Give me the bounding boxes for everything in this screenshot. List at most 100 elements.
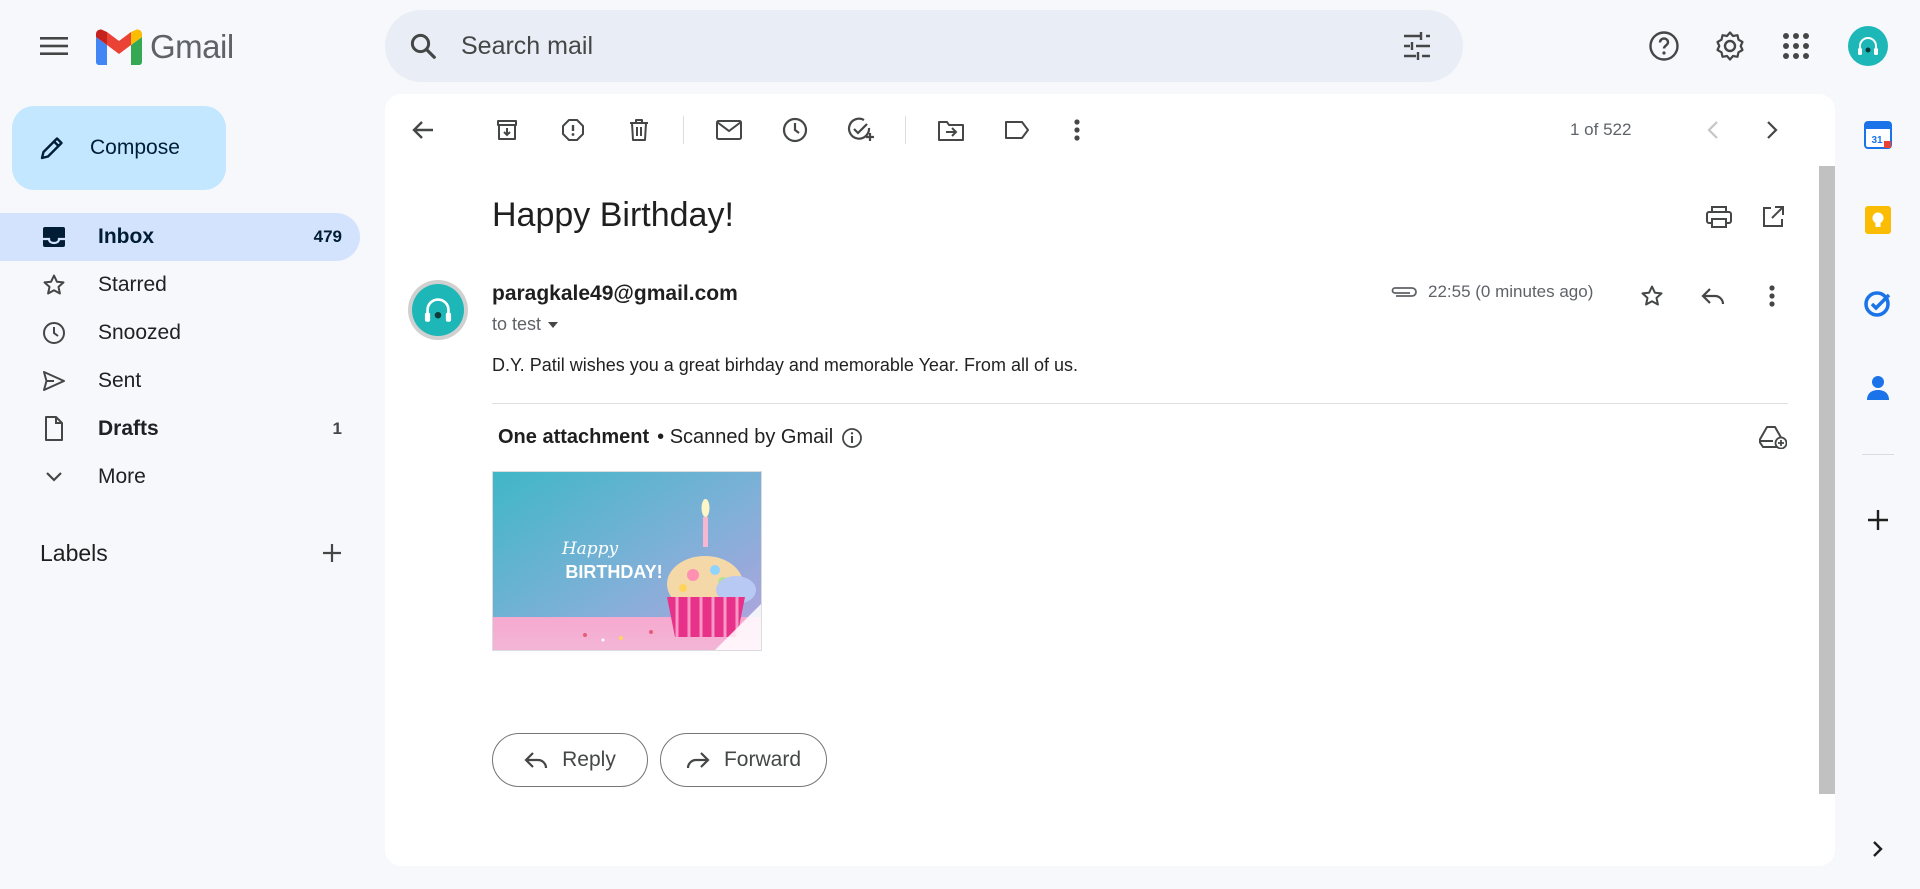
email-time: 22:55 (0 minutes ago) bbox=[1428, 282, 1594, 301]
create-label-button[interactable] bbox=[314, 535, 350, 571]
sidebar-item-label: Inbox bbox=[98, 225, 154, 248]
support-button[interactable] bbox=[1636, 22, 1692, 70]
move-to-button[interactable] bbox=[929, 110, 973, 150]
search-bar[interactable] bbox=[385, 10, 1463, 82]
attachment-title: One attachment bbox=[498, 426, 650, 448]
logo-text: Gmail bbox=[150, 28, 234, 65]
compose-label: Compose bbox=[90, 136, 180, 159]
scrollbar[interactable] bbox=[1819, 166, 1835, 794]
add-to-drive-button[interactable] bbox=[1753, 417, 1793, 457]
back-button[interactable] bbox=[401, 110, 445, 150]
sender-avatar[interactable] bbox=[408, 280, 468, 340]
calendar-app-button[interactable]: 31 bbox=[1858, 115, 1898, 155]
add-to-tasks-button[interactable] bbox=[839, 110, 883, 150]
print-button[interactable] bbox=[1699, 197, 1739, 237]
toolbar-divider bbox=[683, 116, 684, 144]
sidebar-nav: Inbox 479 Starred Snoozed Sent Drafts 1 … bbox=[0, 213, 360, 501]
older-button[interactable] bbox=[1750, 110, 1794, 150]
google-apps-button[interactable] bbox=[1768, 22, 1824, 70]
drive-add-icon bbox=[1759, 426, 1787, 449]
gear-icon bbox=[1716, 31, 1744, 61]
chevron-right-icon bbox=[1767, 121, 1778, 139]
attachment-header: One attachment • Scanned by Gmail bbox=[498, 426, 863, 449]
reply-icon-button[interactable] bbox=[1693, 276, 1733, 316]
labels-button[interactable] bbox=[995, 110, 1039, 150]
compose-button[interactable]: Compose bbox=[12, 106, 226, 190]
clock-icon bbox=[782, 117, 808, 143]
search-options-button[interactable] bbox=[1389, 18, 1445, 74]
headphones-avatar-icon bbox=[412, 284, 464, 336]
draft-icon bbox=[40, 416, 68, 442]
labels-title: Labels bbox=[40, 539, 108, 566]
account-avatar[interactable] bbox=[1848, 26, 1888, 66]
reply-button[interactable]: Reply bbox=[492, 733, 648, 787]
show-side-panel-button[interactable] bbox=[1858, 829, 1898, 869]
sidebar-item-label: Starred bbox=[98, 273, 167, 296]
report-spam-button[interactable] bbox=[551, 110, 595, 150]
contacts-app-button[interactable] bbox=[1858, 368, 1898, 408]
sidebar-item-more[interactable]: More bbox=[0, 453, 360, 501]
hamburger-icon bbox=[40, 37, 68, 55]
archive-icon bbox=[497, 120, 517, 140]
forward-icon bbox=[686, 752, 710, 769]
sender-email[interactable]: paragkale49@gmail.com bbox=[492, 282, 738, 306]
paperclip-icon bbox=[1391, 287, 1417, 297]
open-new-window-button[interactable] bbox=[1753, 197, 1793, 237]
settings-button[interactable] bbox=[1702, 22, 1758, 70]
forward-button[interactable]: Forward bbox=[660, 733, 827, 787]
unread-count: 479 bbox=[313, 227, 342, 246]
send-icon bbox=[40, 370, 68, 392]
sidebar-item-starred[interactable]: Starred bbox=[0, 261, 360, 309]
arrow-back-icon bbox=[412, 121, 433, 139]
folder-move-icon bbox=[938, 121, 964, 141]
sidebar-item-label: More bbox=[98, 465, 146, 488]
sidebar-item-label: Snoozed bbox=[98, 321, 181, 344]
keep-app-button[interactable] bbox=[1858, 200, 1898, 240]
tasks-app-button[interactable] bbox=[1858, 283, 1898, 323]
attachment-thumbnail[interactable]: Happy BIRTHDAY! bbox=[492, 471, 762, 651]
gmail-m-icon bbox=[96, 29, 142, 65]
email-body: D.Y. Patil wishes you a great birhday an… bbox=[492, 355, 1078, 375]
inbox-icon bbox=[40, 226, 68, 248]
info-icon[interactable] bbox=[841, 427, 863, 449]
report-icon bbox=[562, 119, 584, 141]
more-actions-button[interactable] bbox=[1055, 110, 1099, 150]
clock-icon bbox=[40, 321, 68, 345]
scan-note: • Scanned by Gmail bbox=[657, 426, 834, 448]
caret-down-icon bbox=[548, 321, 559, 328]
recipient-text: to test bbox=[492, 314, 542, 334]
birthday-cupcake-image: Happy BIRTHDAY! bbox=[493, 472, 761, 650]
main-menu-button[interactable] bbox=[30, 22, 78, 70]
delete-button[interactable] bbox=[617, 110, 661, 150]
time-row: 22:55 (0 minutes ago) bbox=[1390, 282, 1593, 302]
message-more-button[interactable] bbox=[1752, 276, 1792, 316]
sidebar-item-snoozed[interactable]: Snoozed bbox=[0, 309, 360, 357]
sidebar-item-sent[interactable]: Sent bbox=[0, 357, 360, 405]
more-vert-icon bbox=[1769, 285, 1775, 307]
mark-unread-button[interactable] bbox=[707, 110, 751, 150]
mail-icon bbox=[716, 120, 742, 140]
svg-text:31: 31 bbox=[1871, 135, 1883, 146]
search-input[interactable] bbox=[461, 31, 1389, 61]
search-button[interactable] bbox=[391, 14, 455, 78]
reply-label: Reply bbox=[562, 748, 616, 771]
tune-icon bbox=[1404, 32, 1430, 60]
reply-icon bbox=[524, 752, 548, 769]
chevron-left-icon bbox=[1707, 121, 1718, 139]
snooze-button[interactable] bbox=[773, 110, 817, 150]
more-vert-icon bbox=[1074, 119, 1080, 141]
keep-icon bbox=[1865, 206, 1891, 234]
help-icon bbox=[1649, 31, 1679, 61]
get-addons-button[interactable] bbox=[1858, 500, 1898, 540]
archive-button[interactable] bbox=[485, 110, 529, 150]
recipient-line[interactable]: to test bbox=[492, 314, 559, 335]
sidebar-item-inbox[interactable]: Inbox 479 bbox=[0, 213, 360, 261]
newer-button[interactable] bbox=[1691, 110, 1735, 150]
label-icon bbox=[1005, 121, 1029, 139]
star-button[interactable] bbox=[1632, 276, 1672, 316]
sidebar-item-drafts[interactable]: Drafts 1 bbox=[0, 405, 360, 453]
gmail-logo[interactable]: Gmail bbox=[96, 28, 234, 66]
reply-icon bbox=[1701, 288, 1725, 305]
add-task-icon bbox=[847, 117, 874, 141]
tasks-icon bbox=[1864, 291, 1891, 317]
